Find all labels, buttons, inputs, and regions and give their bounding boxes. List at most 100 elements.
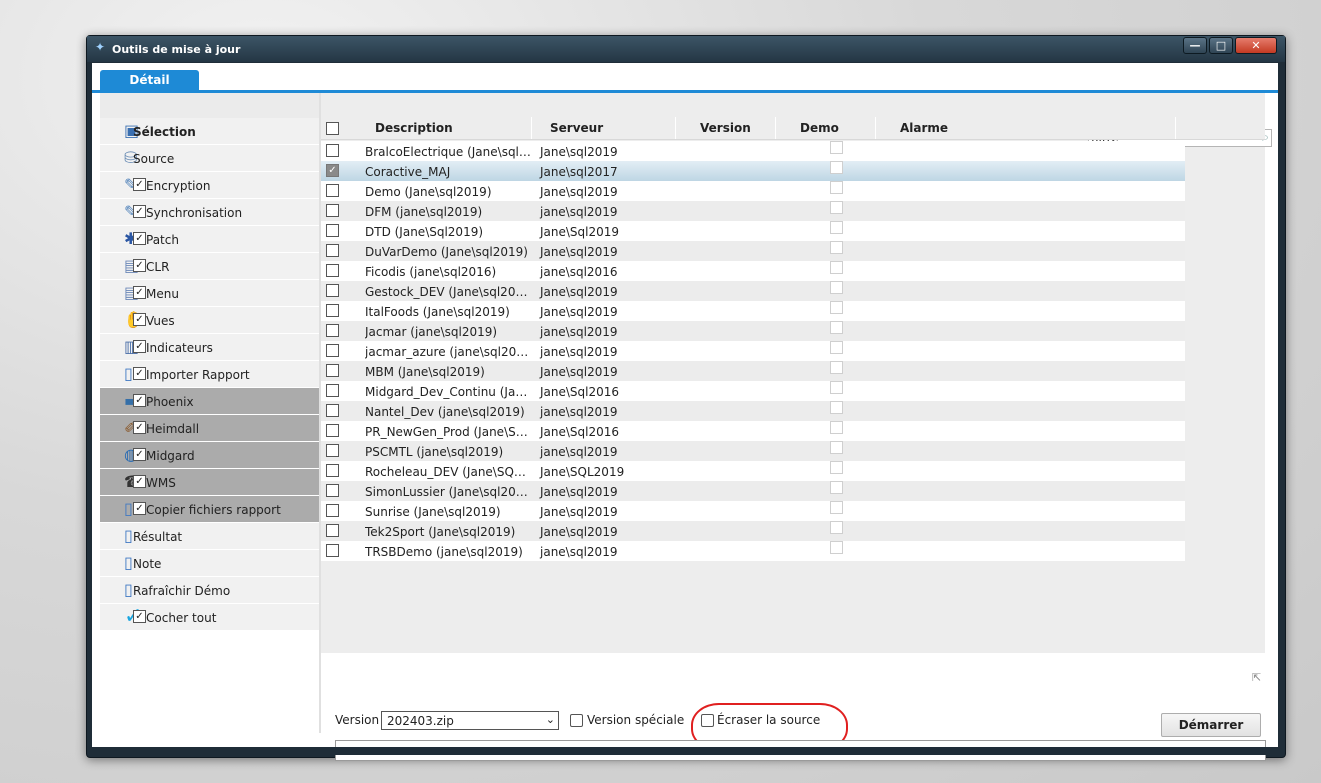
minimize-button[interactable]: — [1183,37,1207,54]
row-demo-checkbox[interactable] [830,361,843,374]
table-row[interactable]: Midgard_Dev_Continu (Jane\Sql2016) Jane\S… [321,381,1185,401]
sidebar-item-s-lection[interactable]: ▣ Sélection [100,118,319,145]
select-all-checkbox[interactable] [326,122,339,135]
row-checkbox[interactable] [326,524,339,537]
table-row[interactable]: Sunrise (Jane\sql2019) Jane\sql2019 [321,501,1185,521]
sidebar-item-checkbox[interactable]: ✓ [133,259,146,272]
sidebar-item-encryption[interactable]: ✎ ✓ Encryption [100,172,319,199]
sidebar-item-checkbox[interactable]: ✓ [133,421,146,434]
sidebar-item-checkbox[interactable]: ✓ [133,205,146,218]
table-row[interactable]: jacmar_azure (jane\sql2019) jane\sql2019 [321,341,1185,361]
row-checkbox[interactable] [326,384,339,397]
sidebar-item-menu[interactable]: ▤ ✓ Menu [100,280,319,307]
sidebar-item-checkbox[interactable]: ✓ [133,178,146,191]
sidebar-item-checkbox[interactable]: ✓ [133,394,146,407]
row-checkbox[interactable] [326,184,339,197]
row-demo-checkbox[interactable] [830,281,843,294]
row-checkbox[interactable] [326,444,339,457]
row-demo-checkbox[interactable] [830,381,843,394]
row-demo-checkbox[interactable] [830,161,843,174]
version-select[interactable]: 202403.zip ⌄ [381,711,559,730]
table-row[interactable]: Ficodis (jane\sql2016) jane\sql2016 [321,261,1185,281]
sidebar-item-source[interactable]: ⛁ Source [100,145,319,172]
start-button[interactable]: Démarrer [1161,713,1261,737]
sidebar-item-note[interactable]: ▯ Note [100,550,319,577]
row-checkbox[interactable] [326,224,339,237]
row-demo-checkbox[interactable] [830,141,843,154]
sidebar-item-r-sultat[interactable]: ▯ Résultat [100,523,319,550]
row-demo-checkbox[interactable] [830,441,843,454]
row-checkbox[interactable] [326,464,339,477]
table-row[interactable]: Nantel_Dev (jane\sql2019) jane\sql2019 [321,401,1185,421]
sidebar-item-heimdall[interactable]: ✐ ✓ Heimdall [100,415,319,442]
sidebar-item-phoenix[interactable]: ▬ ✓ Phoenix [100,388,319,415]
row-demo-checkbox[interactable] [830,321,843,334]
title-bar[interactable]: ✦ Outils de mise à jour — □ ✕ [87,36,1285,62]
sidebar-item-midgard[interactable]: ◍ ✓ Midgard [100,442,319,469]
row-demo-checkbox[interactable] [830,181,843,194]
sidebar-item-vues[interactable]: ✋✓Vues [100,307,319,334]
table-row[interactable]: Demo (Jane\sql2019) Jane\sql2019 [321,181,1185,201]
sidebar-item-checkbox[interactable]: ✓ [133,286,146,299]
table-row[interactable]: ✓ Coractive_MAJ Jane\sql2017 [321,161,1185,181]
sidebar-item-checkbox[interactable]: ✓ [133,448,146,461]
table-row[interactable]: MBM (Jane\sql2019) Jane\sql2019 [321,361,1185,381]
column-header-serveur[interactable]: Serveur [550,121,603,135]
sidebar-item-clr[interactable]: ▤ ✓ CLR [100,253,319,280]
maximize-button[interactable]: □ [1209,37,1233,54]
row-demo-checkbox[interactable] [830,341,843,354]
row-checkbox[interactable] [326,284,339,297]
sidebar-item-patch[interactable]: ✱ ✓ Patch [100,226,319,253]
sidebar-item-checkbox[interactable]: ✓ [133,367,146,380]
table-row[interactable]: DFM (jane\sql2019) jane\sql2019 [321,201,1185,221]
sidebar-item-synchronisation[interactable]: ✎ ✓ Synchronisation [100,199,319,226]
table-row[interactable]: DTD (Jane\Sql2019) Jane\Sql2019 [321,221,1185,241]
row-checkbox[interactable] [326,544,339,557]
row-demo-checkbox[interactable] [830,461,843,474]
sidebar-item-copier-fichiers-rapport[interactable]: ▯ ✓ Copier fichiers rapport [100,496,319,523]
sidebar-item-checkbox[interactable]: ✓ [133,232,146,245]
close-button[interactable]: ✕ [1235,37,1277,54]
table-row[interactable]: BralcoElectrique (Jane\sql2019) Jane\sql2… [321,141,1185,161]
table-row[interactable]: PSCMTL (jane\sql2019) jane\sql2019 [321,441,1185,461]
row-demo-checkbox[interactable] [830,481,843,494]
row-checkbox[interactable] [326,324,339,337]
sidebar-item-cocher-tout[interactable]: ✓✓Cocher tout [100,604,319,631]
sidebar-item-rafra-chir-d-mo[interactable]: ▯ Rafraîchir Démo [100,577,319,604]
column-header-demo[interactable]: Demo [800,121,839,135]
table-row[interactable]: TRSBDemo (jane\sql2019) jane\sql2019 [321,541,1185,561]
row-demo-checkbox[interactable] [830,261,843,274]
column-header-version[interactable]: Version [700,121,751,135]
row-checkbox[interactable] [326,264,339,277]
row-demo-checkbox[interactable] [830,241,843,254]
sidebar-item-checkbox[interactable]: ✓ [133,313,146,326]
table-row[interactable]: ItalFoods (Jane\sql2019) Jane\sql2019 [321,301,1185,321]
column-header-alarme[interactable]: Alarme [900,121,948,135]
table-row[interactable]: SimonLussier (Jane\sql2019) Jane\sql2019 [321,481,1185,501]
sidebar-item-importer-rapport[interactable]: ▯ ✓ Importer Rapport [100,361,319,388]
row-demo-checkbox[interactable] [830,221,843,234]
expand-icon[interactable]: ⇱ [1252,671,1261,684]
row-demo-checkbox[interactable] [830,301,843,314]
table-row[interactable]: Jacmar (jane\sql2019) jane\sql2019 [321,321,1185,341]
row-demo-checkbox[interactable] [830,541,843,554]
row-checkbox[interactable] [326,244,339,257]
row-checkbox[interactable] [326,204,339,217]
row-demo-checkbox[interactable] [830,201,843,214]
row-demo-checkbox[interactable] [830,421,843,434]
sidebar-item-indicateurs[interactable]: ▥ ✓ Indicateurs [100,334,319,361]
special-version-checkbox[interactable] [570,714,583,727]
sidebar-item-checkbox[interactable]: ✓ [133,475,146,488]
row-demo-checkbox[interactable] [830,401,843,414]
row-checkbox[interactable] [326,344,339,357]
sidebar-item-checkbox[interactable]: ✓ [133,502,146,515]
row-checkbox[interactable] [326,404,339,417]
table-row[interactable]: Rocheleau_DEV (Jane\SQL2019) Jane\SQL2019 [321,461,1185,481]
sidebar-item-wms[interactable]: ☎✓WMS [100,469,319,496]
table-row[interactable]: PR_NewGen_Prod (Jane\Sql2016) Jane\Sql201… [321,421,1185,441]
row-checkbox[interactable]: ✓ [326,164,339,177]
row-checkbox[interactable] [326,364,339,377]
overwrite-source-checkbox[interactable] [701,714,714,727]
row-checkbox[interactable] [326,304,339,317]
column-header-description[interactable]: Description [375,121,453,135]
